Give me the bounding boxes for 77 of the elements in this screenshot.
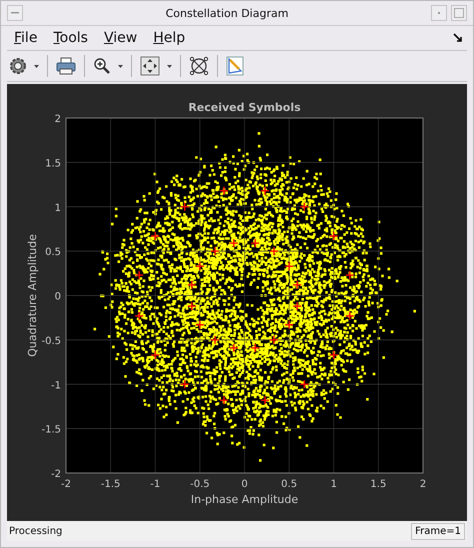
status-text: Processing	[9, 526, 62, 536]
style-button[interactable]	[224, 55, 246, 77]
tick-label: 0	[54, 292, 61, 302]
reference-point	[187, 302, 196, 311]
caret-icon	[34, 64, 39, 68]
reference-point	[219, 186, 229, 196]
reference-point	[292, 302, 302, 311]
tick-label: -1.5	[41, 424, 61, 436]
tick-label: -2	[51, 469, 61, 480]
tick-label: -2	[61, 479, 71, 490]
window-title: Constellation Diagram	[164, 6, 290, 20]
zoom-in-icon	[93, 57, 111, 75]
reference-point	[150, 350, 160, 360]
chart-title: Received Symbols	[188, 101, 301, 114]
tick-label: -1	[51, 380, 61, 392]
tick-label: 0	[241, 479, 248, 490]
reference-point	[284, 320, 294, 330]
tick-label: -0.5	[41, 336, 61, 347]
printer-icon	[56, 57, 76, 75]
print-button[interactable]	[54, 56, 78, 76]
reference-point	[219, 396, 229, 405]
frame-counter: Frame=1	[411, 522, 465, 540]
y-axis-label: Quadrature Amplitude	[26, 234, 39, 357]
tick-label: 0.5	[45, 247, 61, 258]
reference-point	[300, 202, 309, 212]
fit-view-icon	[140, 56, 160, 76]
reference-point	[329, 231, 338, 241]
reference-point	[345, 311, 354, 321]
tick-label: 1	[54, 202, 61, 214]
menu-item[interactable]: Help	[146, 28, 192, 48]
caret-icon	[167, 64, 172, 68]
reference-point	[329, 350, 338, 360]
reference-point	[250, 238, 260, 248]
reference-point	[284, 262, 294, 271]
reference-point	[229, 343, 238, 352]
tick-label: -1	[150, 479, 160, 490]
reference-point	[180, 202, 190, 212]
settings-button[interactable]	[7, 56, 29, 76]
gear-icon	[9, 57, 27, 75]
reference-point	[250, 343, 260, 352]
tick-label: -0.5	[190, 479, 210, 490]
menu-item[interactable]: File	[7, 28, 44, 48]
reference-point	[134, 270, 144, 280]
reference-point	[187, 280, 196, 290]
menu-item[interactable]: Tools	[46, 28, 95, 48]
menu-item[interactable]: View	[96, 28, 144, 48]
constellation-button[interactable]	[187, 55, 211, 77]
tick-label: -1.5	[100, 479, 120, 490]
minimize-icon	[11, 11, 19, 15]
reference-point	[345, 270, 354, 280]
tick-label: 1.5	[45, 158, 61, 170]
tick-label: 0.5	[281, 479, 298, 490]
reference-point	[150, 231, 160, 241]
reference-point	[260, 396, 270, 405]
constellation-icon	[189, 56, 209, 76]
tick-label: 1.5	[370, 479, 386, 490]
reference-point	[134, 311, 144, 321]
tick-label: 2	[420, 479, 426, 490]
x-axis-label: In-phase Amplitude	[190, 493, 298, 506]
reference-point	[210, 246, 220, 256]
reference-point	[269, 335, 279, 345]
undock-arrow-icon[interactable]	[453, 33, 463, 43]
pen-icon	[226, 56, 244, 76]
caret-icon	[118, 64, 123, 68]
fit-view-button[interactable]	[138, 55, 162, 77]
reference-point	[300, 380, 309, 389]
tick-label: 2	[54, 114, 61, 125]
reference-point	[210, 335, 220, 345]
reference-point	[195, 262, 205, 271]
reference-point	[229, 238, 238, 248]
reference-point	[292, 280, 302, 290]
reference-point	[260, 186, 270, 196]
reference-point	[269, 246, 279, 256]
tick-label: 1	[330, 479, 337, 490]
maximize-icon	[454, 8, 464, 18]
reference-point	[195, 320, 205, 330]
reference-point	[180, 380, 190, 389]
